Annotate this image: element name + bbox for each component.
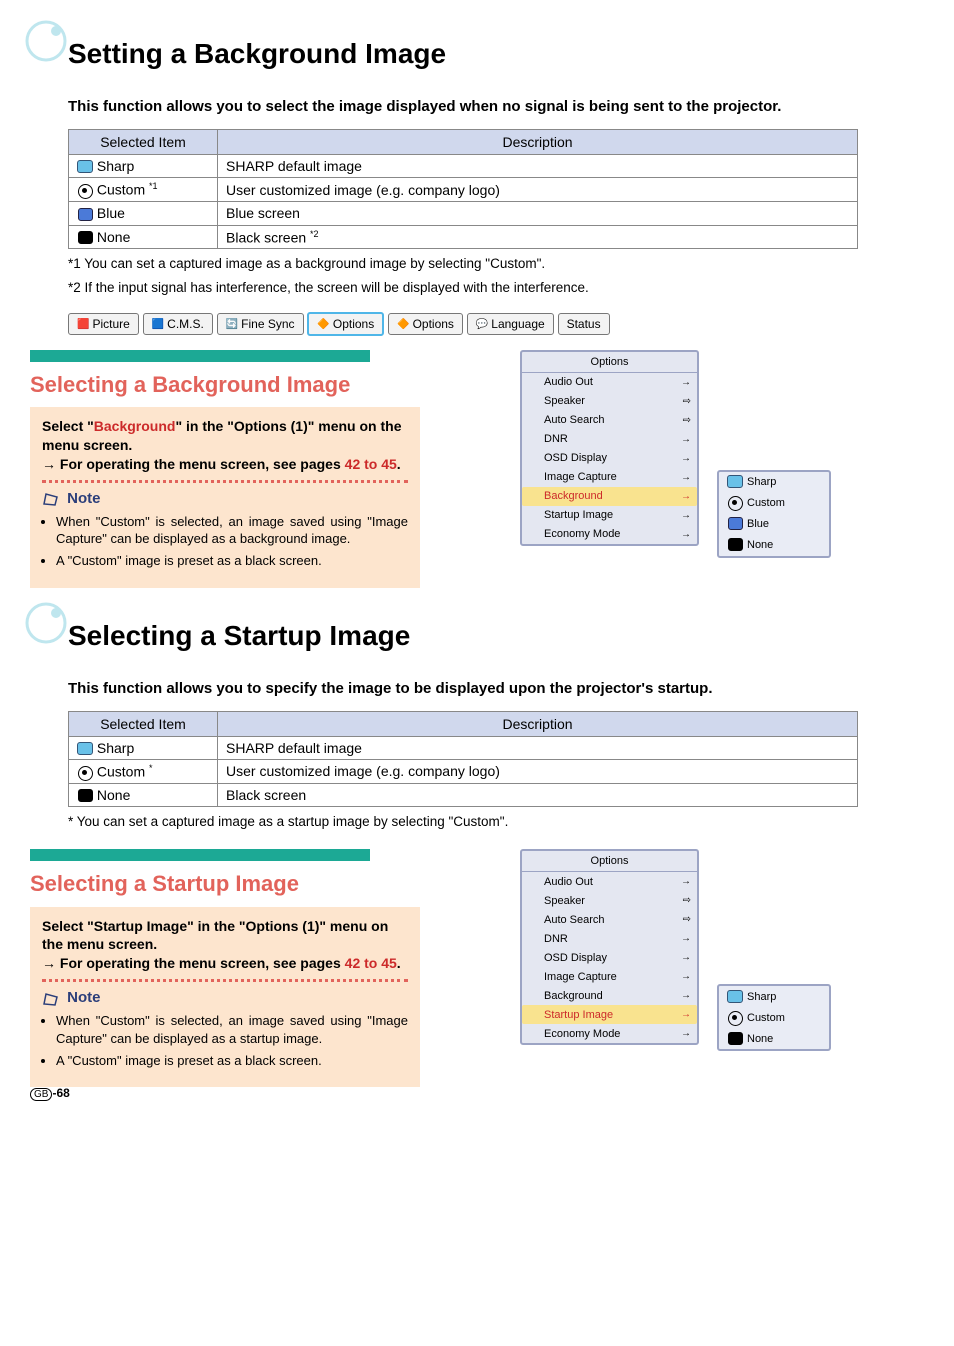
panel-row-background[interactable]: Background→: [522, 986, 697, 1005]
instruction-box-1: Select "Background" in the "Options (1)"…: [30, 407, 420, 588]
table-row: Custom *User customized image (e.g. comp…: [69, 759, 858, 783]
none-icon: [77, 231, 93, 245]
panel-row-speaker[interactable]: Speaker⇨: [522, 891, 697, 910]
table-row: Sharp SHARP default image: [69, 736, 858, 759]
sharp-icon: [727, 475, 743, 489]
sharp-icon: [77, 742, 93, 756]
sharp-icon: [727, 990, 743, 1004]
footnote-2: * You can set a captured image as a star…: [68, 813, 924, 831]
table-row: Custom *1User customized image (e.g. com…: [69, 178, 858, 202]
green-bar-2: [30, 849, 370, 861]
menu-tab-cms[interactable]: 🟦C.M.S.: [143, 313, 213, 335]
panel-header-1: Options: [522, 352, 697, 373]
custom-icon: [727, 496, 743, 510]
submenu-row-none[interactable]: None: [719, 535, 829, 556]
bullet-circle-icon: [25, 602, 67, 644]
table-row: Sharp SHARP default image: [69, 155, 858, 178]
note-icon: [42, 491, 60, 506]
intro-text-2: This function allows you to specify the …: [68, 680, 924, 697]
panel-row-image-capture[interactable]: Image Capture→: [522, 967, 697, 986]
startup-submenu: SharpCustomNone: [717, 984, 831, 1051]
blue-icon: [727, 517, 743, 531]
none-icon: [727, 1032, 743, 1046]
section-title-2: Selecting a Startup Image: [68, 612, 924, 652]
menu-tab-finesync[interactable]: 🔄Fine Sync: [217, 313, 304, 335]
panel-row-audio-out[interactable]: Audio Out→: [522, 373, 697, 392]
sharp-icon: [77, 160, 93, 174]
panel-row-startup-image[interactable]: Startup Image→: [522, 506, 697, 525]
background-table: Selected Item Description Sharp SHARP de…: [68, 129, 858, 249]
none-icon: [77, 789, 93, 803]
submenu-row-blue[interactable]: Blue: [719, 514, 829, 535]
submenu-row-custom[interactable]: Custom: [719, 1007, 829, 1028]
panel-row-audio-out[interactable]: Audio Out→: [522, 872, 697, 891]
dotted-divider: [42, 480, 408, 483]
page-number: GB-68: [30, 1086, 70, 1101]
note-header-1: Note: [42, 489, 408, 509]
panel-row-dnr[interactable]: DNR→: [522, 929, 697, 948]
panel-row-osd-display[interactable]: OSD Display→: [522, 449, 697, 468]
th-description-2: Description: [218, 711, 858, 736]
menu-tab-options[interactable]: 🔶Options: [307, 312, 384, 336]
panel-row-background[interactable]: Background→: [522, 487, 697, 506]
options-panel-2: Options Audio Out→Speaker⇨Auto Search⇨DN…: [520, 849, 699, 1045]
none-icon: [727, 538, 743, 552]
section-title-1: Setting a Background Image: [68, 30, 924, 70]
menu-tab-picture[interactable]: 🟥Picture: [68, 313, 139, 335]
submenu-row-none[interactable]: None: [719, 1028, 829, 1049]
panel-row-dnr[interactable]: DNR→: [522, 430, 697, 449]
panel-row-auto-search[interactable]: Auto Search⇨: [522, 910, 697, 929]
footnote-1b: *2 If the input signal has interference,…: [68, 279, 924, 297]
panel-header-2: Options: [522, 851, 697, 872]
section-heading-1: Setting a Background Image: [30, 30, 924, 70]
instruction-box-2: Select "Startup Image" in the "Options (…: [30, 907, 420, 1088]
table-row: Blue Blue screen: [69, 202, 858, 225]
table-row: None Black screen *2: [69, 225, 858, 249]
submenu-row-custom[interactable]: Custom: [719, 493, 829, 514]
th-selected-item: Selected Item: [69, 130, 218, 155]
panel-row-auto-search[interactable]: Auto Search⇨: [522, 411, 697, 430]
table-row: None Black screen: [69, 783, 858, 806]
intro-text-1: This function allows you to select the i…: [68, 98, 924, 115]
footnote-1a: *1 You can set a captured image as a bac…: [68, 255, 924, 273]
background-submenu: SharpCustomBlueNone: [717, 470, 831, 558]
panel-row-startup-image[interactable]: Startup Image→: [522, 1005, 697, 1024]
note-header-2: Note: [42, 988, 408, 1008]
green-bar-1: [30, 350, 370, 362]
startup-table: Selected Item Description Sharp SHARP de…: [68, 711, 858, 808]
custom-icon: [727, 1011, 743, 1025]
menu-tab-strip: 🟥Picture 🟦C.M.S. 🔄Fine Sync 🔶Options 🔶Op…: [68, 312, 924, 336]
sub-heading-2: Selecting a Startup Image: [30, 871, 420, 896]
custom-icon: [77, 184, 93, 198]
th-description: Description: [218, 130, 858, 155]
note-list-2: When "Custom" is selected, an image save…: [56, 1012, 408, 1069]
panel-row-osd-display[interactable]: OSD Display→: [522, 948, 697, 967]
panel-row-economy-mode[interactable]: Economy Mode→: [522, 525, 697, 544]
submenu-row-sharp[interactable]: Sharp: [719, 986, 829, 1007]
section-heading-2: Selecting a Startup Image: [30, 612, 924, 652]
sub-heading-1: Selecting a Background Image: [30, 372, 420, 397]
panel-row-image-capture[interactable]: Image Capture→: [522, 468, 697, 487]
th-selected-item-2: Selected Item: [69, 711, 218, 736]
submenu-row-sharp[interactable]: Sharp: [719, 472, 829, 493]
menu-tab-options[interactable]: 🔶Options: [388, 313, 463, 335]
note-list-1: When "Custom" is selected, an image save…: [56, 513, 408, 570]
custom-icon: [77, 766, 93, 780]
blue-icon: [77, 208, 93, 222]
panel-row-economy-mode[interactable]: Economy Mode→: [522, 1024, 697, 1043]
menu-tab-status[interactable]: Status: [558, 313, 610, 335]
menu-tab-language[interactable]: 💬Language: [467, 313, 554, 335]
note-icon: [42, 991, 60, 1006]
panel-row-speaker[interactable]: Speaker⇨: [522, 392, 697, 411]
options-panel-1: Options Audio Out→Speaker⇨Auto Search⇨DN…: [520, 350, 699, 546]
dotted-divider-2: [42, 979, 408, 982]
bullet-circle-icon: [25, 20, 67, 62]
